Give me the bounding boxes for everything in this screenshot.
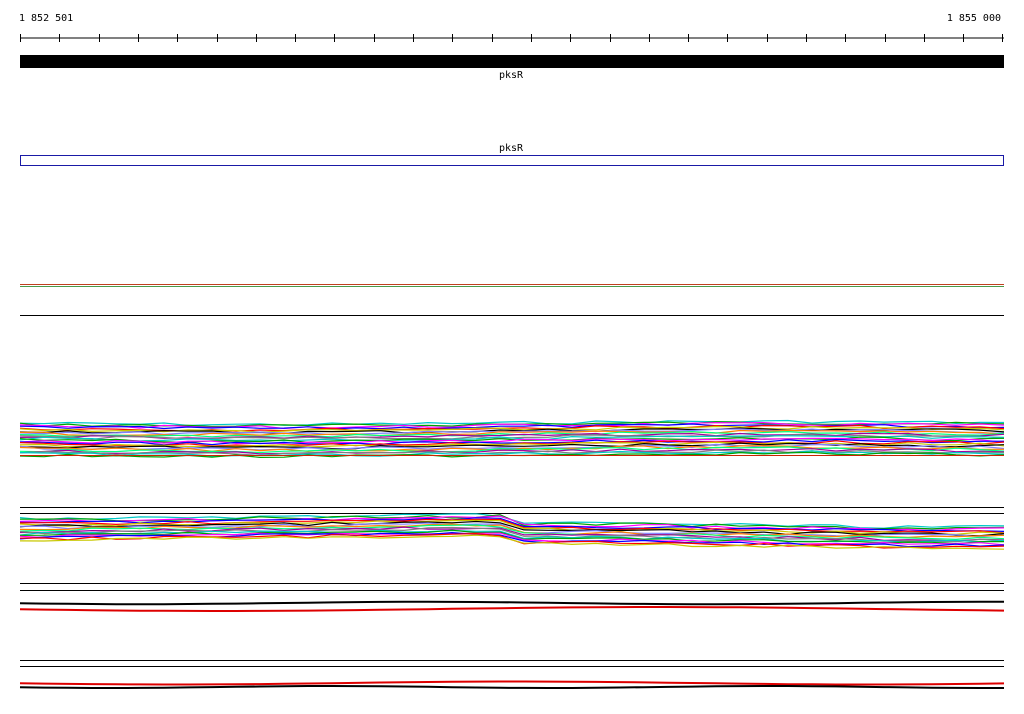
profile-line [19,606,1005,612]
profile-line [19,680,1005,686]
profile-line [19,685,1004,689]
expression-tracks-canvas [19,34,1005,689]
profile-line [19,600,1004,606]
